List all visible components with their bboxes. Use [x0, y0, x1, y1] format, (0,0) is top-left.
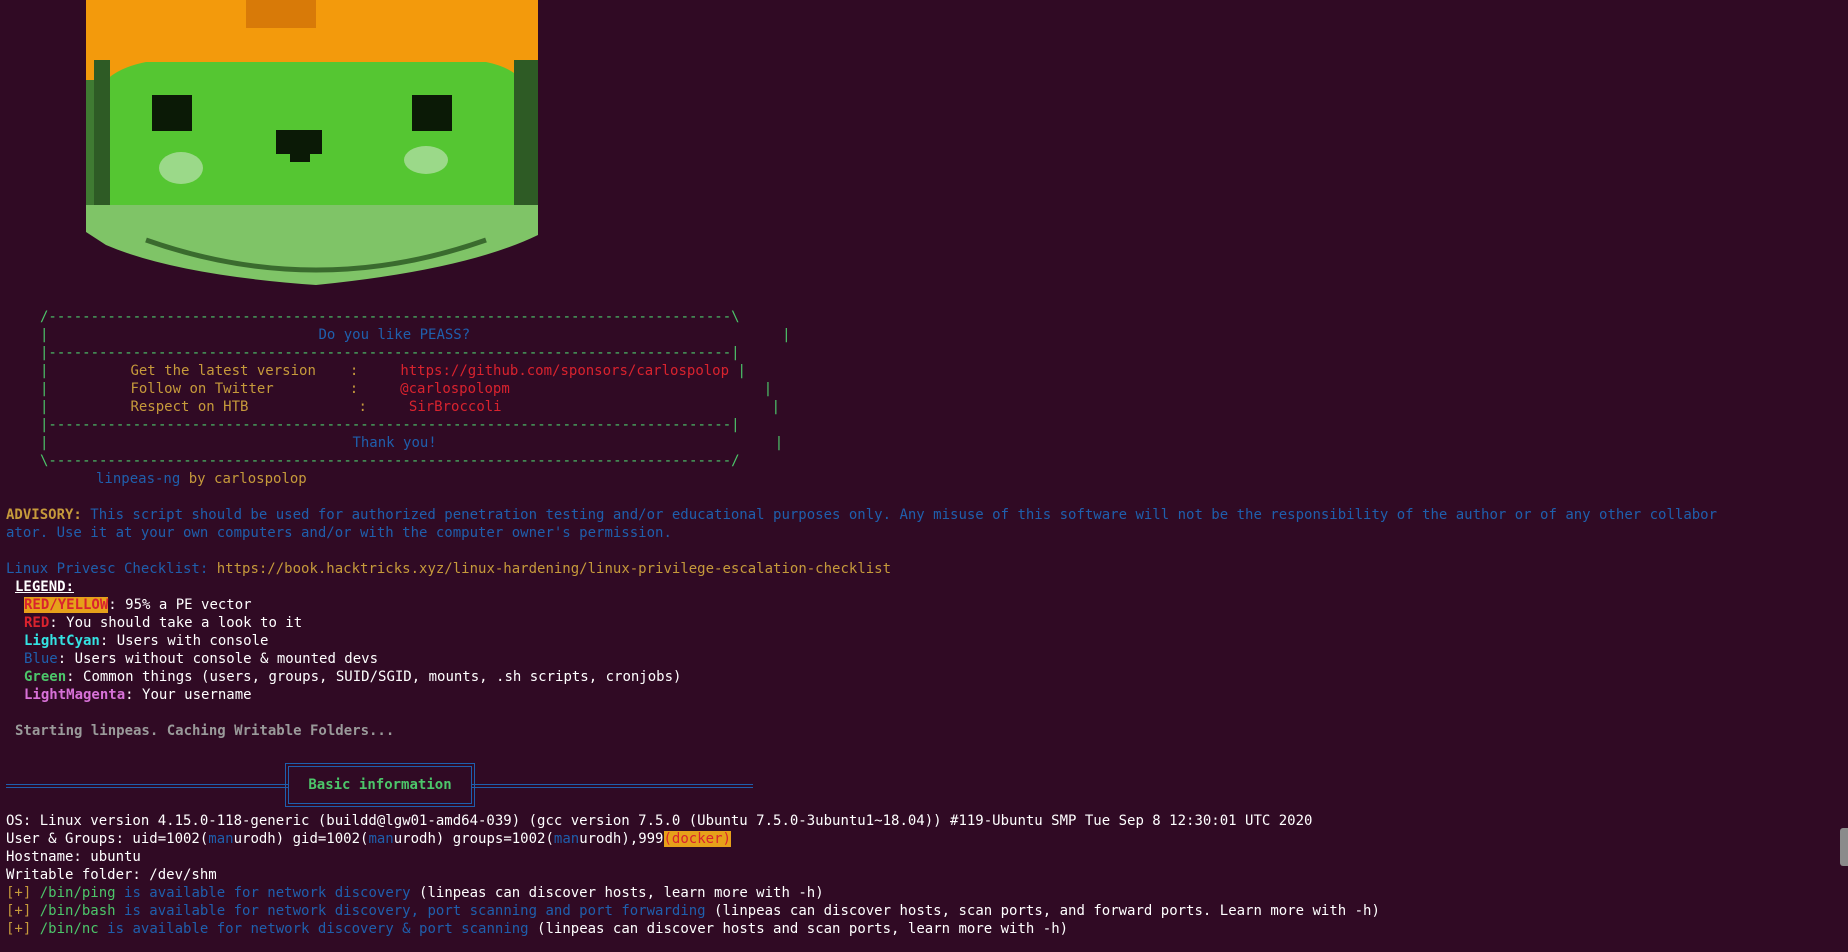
tool-availability: is available for network discovery & por…: [98, 921, 529, 937]
tool-line-bash: [+] /bin/bash is available for network d…: [6, 902, 1380, 920]
tool-availability: is available for network discovery: [115, 885, 411, 901]
legend-item: RED: You should take a look to it: [24, 614, 302, 632]
tool-bracket: [+]: [6, 903, 32, 919]
box-row-latest: | Get the latest version: https://github.c…: [40, 363, 746, 379]
legend-title: LEGEND:: [15, 579, 75, 595]
row-label: Get the latest version: [130, 363, 316, 379]
tool-bracket: [+]: [6, 921, 32, 937]
starting-message: Starting linpeas. Caching Writable Folde…: [15, 723, 395, 739]
tool-note: (linpeas can discover hosts and scan por…: [528, 921, 1069, 937]
htb-link[interactable]: SirBroccoli: [409, 399, 502, 415]
box-title: Do you like PEASS?: [318, 327, 471, 343]
docker-group-highlight: (docker): [663, 831, 731, 847]
tool-note: (linpeas can discover hosts, learn more …: [410, 885, 824, 901]
box-separator: |---------------------------------------…: [40, 345, 740, 361]
row-sep: :: [349, 363, 359, 379]
ug-text: urodh) groups=1002(: [393, 831, 554, 847]
tool-note: (linpeas can discover hosts, scan ports,…: [705, 903, 1380, 919]
legend-key-lightcyan: LightCyan: [24, 633, 100, 649]
ug-text: User & Groups: uid=1002(: [6, 831, 209, 847]
legend-desc: : 95% a PE vector: [108, 597, 252, 613]
legend-item: LightCyan: Users with console: [24, 632, 268, 650]
twitter-link[interactable]: @carlospolopm: [400, 381, 510, 397]
legend-key-green: Green: [24, 669, 67, 685]
credit-name: linpeas-ng: [96, 471, 181, 487]
checklist-label: Linux Privesc Checklist:: [6, 561, 209, 577]
checklist-url[interactable]: https://book.hacktricks.xyz/linux-harden…: [217, 561, 891, 577]
box-bottom-border: \---------------------------------------…: [40, 453, 740, 469]
tool-bracket: [+]: [6, 885, 32, 901]
advisory-text-2: ator. Use it at your own computers and/o…: [6, 525, 672, 541]
box-top-border: /---------------------------------------…: [40, 309, 740, 325]
tool-availability: is available for network discovery, port…: [115, 903, 706, 919]
legend-item: RED/YELLOW: 95% a PE vector: [24, 596, 252, 614]
checklist-line: Linux Privesc Checklist: https://book.ha…: [6, 560, 891, 578]
advisory-line-1: ADVISORY: This script should be used for…: [6, 506, 1717, 524]
scrollbar-thumb[interactable]: [1840, 828, 1848, 866]
legend-desc: : Users with console: [99, 633, 269, 649]
legend-key-lightmagenta: LightMagenta: [24, 687, 126, 703]
credit-by: by carlospolop: [188, 471, 307, 487]
tool-line-ping: [+] /bin/ping is available for network d…: [6, 884, 824, 902]
legend-item: LightMagenta: Your username: [24, 686, 252, 704]
hostname-line: Hostname: ubuntu: [6, 849, 141, 865]
box-row-twitter: | Follow on Twitter: @carlospolopm |: [40, 381, 773, 397]
ug-text: urodh),999: [579, 831, 664, 847]
legend-item: Blue: Users without console & mounted de…: [24, 650, 378, 668]
row-sep: :: [358, 399, 367, 415]
legend-key-blue: Blue: [24, 651, 58, 667]
sponsor-link[interactable]: https://github.com/sponsors/carlospolop: [400, 363, 729, 379]
legend-item: Green: Common things (users, groups, SUI…: [24, 668, 681, 686]
legend-desc: : You should take a look to it: [49, 615, 303, 631]
box-row-htb: | Respect on HTB: SirBroccoli |: [40, 399, 781, 415]
credit-line: linpeas-ng by carlospolop: [96, 470, 307, 488]
tool-path: /bin/bash: [39, 903, 116, 919]
tool-path: /bin/ping: [39, 885, 116, 901]
row-label: Follow on Twitter: [130, 381, 274, 397]
box-thanks: Thank you!: [352, 435, 437, 451]
legend-desc: : Your username: [125, 687, 252, 703]
ug-user-highlight: man: [553, 831, 580, 847]
box-separator: |---------------------------------------…: [40, 417, 740, 433]
peass-logo-image: [86, 0, 538, 285]
advisory-label: ADVISORY:: [6, 507, 82, 523]
row-sep: :: [349, 381, 359, 397]
ug-text: urodh) gid=1002(: [233, 831, 369, 847]
tool-path: /bin/nc: [39, 921, 99, 937]
ug-user-highlight: man: [368, 831, 394, 847]
legend-desc: : Users without console & mounted devs: [57, 651, 379, 667]
writable-folder-line: Writable folder: /dev/shm: [6, 867, 217, 883]
tool-line-nc: [+] /bin/nc is available for network dis…: [6, 920, 1068, 938]
legend-desc: : Common things (users, groups, SUID/SGI…: [66, 669, 682, 685]
row-label: Respect on HTB: [130, 399, 249, 415]
ug-user-highlight: man: [208, 831, 234, 847]
legend-key-red: RED: [24, 615, 50, 631]
os-line: OS: Linux version 4.15.0-118-generic (bu…: [6, 813, 1313, 829]
section-title: Basic information: [285, 763, 475, 807]
advisory-text-1: This script should be used for authorize…: [81, 507, 1718, 523]
box-side-row: | Do you like PEASS? |: [40, 327, 791, 343]
user-groups-line: User & Groups: uid=1002(manurodh) gid=10…: [6, 830, 731, 848]
box-side-row: | Thank you! |: [40, 435, 784, 451]
legend-key-redyellow: RED/YELLOW: [24, 597, 109, 613]
